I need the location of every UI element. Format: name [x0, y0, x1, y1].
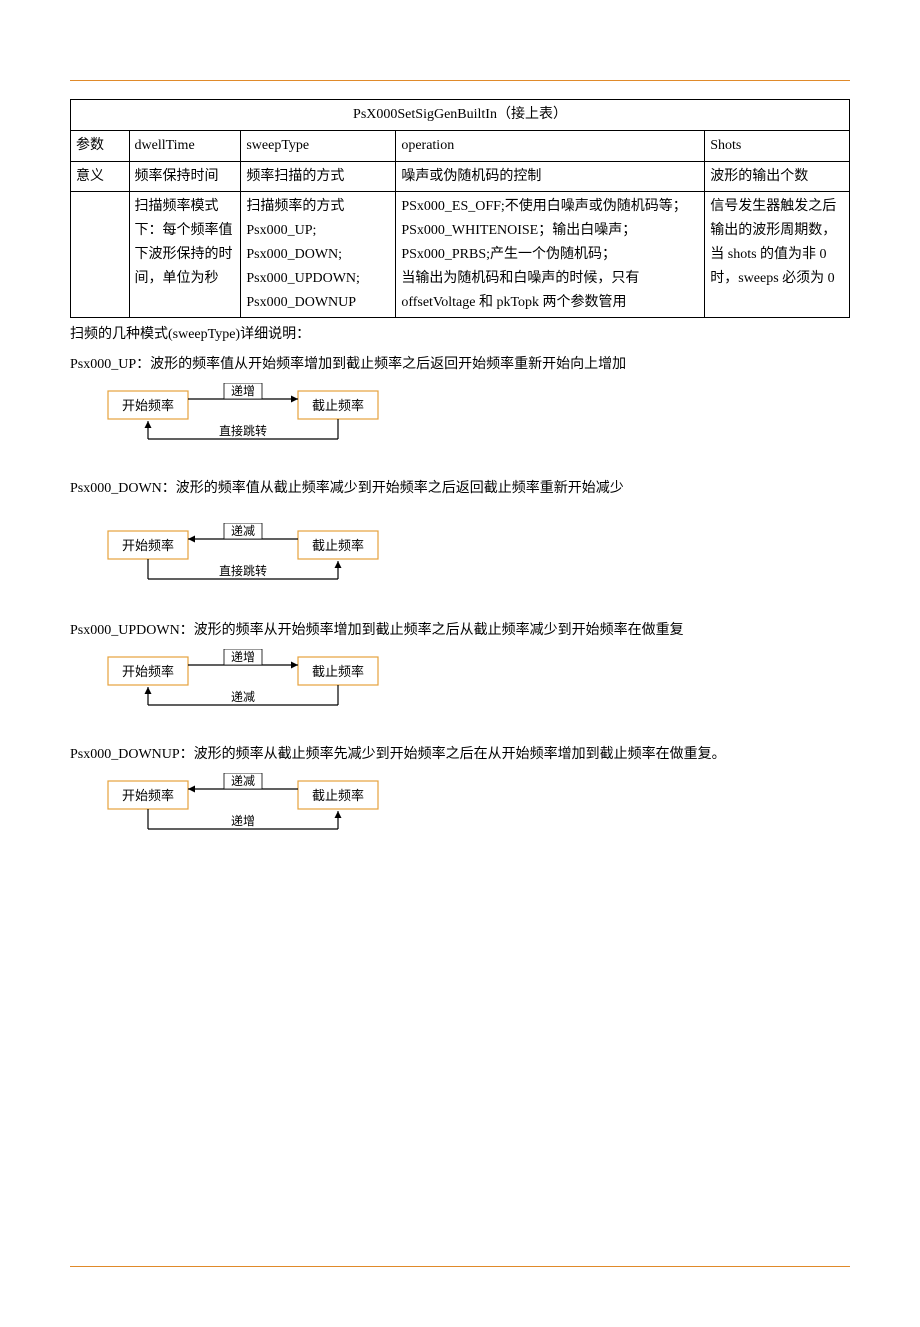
diagram-decrease-label: 递减 [231, 774, 255, 788]
mode-downup-line: Psx000_DOWNUP：波形的频率从截止频率先减少到开始频率之后在从开始频率… [70, 742, 850, 767]
mode-down-label: Psx000_DOWN： [70, 481, 176, 496]
table-cell: 扫描频率的方式 Psx000_UP; Psx000_DOWN; Psx000_U… [241, 192, 396, 318]
diagram-end-freq: 截止频率 [312, 538, 364, 553]
diagram-increase-label: 递增 [231, 814, 255, 828]
table-cell: 信号发生器触发之后输出的波形周期数，当 shots 的值为非 0 时，sweep… [705, 192, 850, 318]
table-cell-empty [71, 192, 130, 318]
bottom-whitespace [70, 866, 850, 1266]
table-cell: 频率保持时间 [129, 161, 241, 192]
table-header-cell: dwellTime [129, 130, 241, 161]
bottom-rule [70, 1266, 850, 1267]
table-meaning-label: 意义 [71, 161, 130, 192]
sweep-type-intro: 扫频的几种模式(sweepType)详细说明： [70, 322, 850, 347]
table-header-cell: 参数 [71, 130, 130, 161]
diagram-up-svg: 开始频率 截止频率 递增 直接跳转 [98, 383, 398, 457]
diagram-jump-label: 直接跳转 [219, 423, 267, 438]
diagram-downup-svg: 开始频率 截止频率 递减 递增 [98, 773, 398, 847]
diagram-start-freq: 开始频率 [122, 398, 174, 413]
diagram-down-svg: 开始频率 截止频率 递减 直接跳转 [98, 523, 398, 597]
table-cell: 噪声或伪随机码的控制 [396, 161, 705, 192]
mode-up-line: Psx000_UP：波形的频率值从开始频率增加到截止频率之后返回开始频率重新开始… [70, 352, 850, 377]
page: PsX000SetSigGenBuiltIn（接上表） 参数 dwellTime… [0, 0, 920, 1327]
table-title: PsX000SetSigGenBuiltIn（接上表） [71, 100, 850, 131]
diagram-end-freq: 截止频率 [312, 664, 364, 679]
mode-down-line: Psx000_DOWN：波形的频率值从截止频率减少到开始频率之后返回截止频率重新… [70, 476, 850, 501]
table-title-row: PsX000SetSigGenBuiltIn（接上表） [71, 100, 850, 131]
diagram-increase-label: 递增 [231, 384, 255, 398]
top-rule [70, 80, 850, 81]
mode-up-desc: 波形的频率值从开始频率增加到截止频率之后返回开始频率重新开始向上增加 [150, 357, 626, 372]
table-header-row: 参数 dwellTime sweepType operation Shots [71, 130, 850, 161]
table-meaning-row: 意义 频率保持时间 频率扫描的方式 噪声或伪随机码的控制 波形的输出个数 [71, 161, 850, 192]
mode-down-desc: 波形的频率值从截止频率减少到开始频率之后返回截止频率重新开始减少 [176, 481, 624, 496]
table-header-cell: operation [396, 130, 705, 161]
diagram-down: 开始频率 截止频率 递减 直接跳转 [98, 523, 850, 602]
diagram-start-freq: 开始频率 [122, 538, 174, 553]
diagram-decrease-label: 递减 [231, 690, 255, 704]
table-cell: 扫描频率模式下：每个频率值下波形保持的时间，单位为秒 [129, 192, 241, 318]
mode-updown-label: Psx000_UPDOWN： [70, 623, 194, 638]
diagram-end-freq: 截止频率 [312, 398, 364, 413]
mode-up-label: Psx000_UP： [70, 357, 150, 372]
diagram-increase-label: 递增 [231, 650, 255, 664]
table-header-cell: sweepType [241, 130, 396, 161]
mode-updown-line: Psx000_UPDOWN：波形的频率从开始频率增加到截止频率之后从截止频率减少… [70, 618, 850, 643]
diagram-end-freq: 截止频率 [312, 788, 364, 803]
diagram-downup: 开始频率 截止频率 递减 递增 [98, 773, 850, 852]
table-cell: 频率扫描的方式 [241, 161, 396, 192]
mode-updown-desc: 波形的频率从开始频率增加到截止频率之后从截止频率减少到开始频率在做重复 [194, 623, 684, 638]
table-header-cell: Shots [705, 130, 850, 161]
mode-downup-desc: 波形的频率从截止频率先减少到开始频率之后在从开始频率增加到截止频率在做重复。 [194, 747, 726, 762]
diagram-decrease-label: 递减 [231, 524, 255, 538]
diagram-updown: 开始频率 截止频率 递增 递减 [98, 649, 850, 728]
diagram-up: 开始频率 截止频率 递增 直接跳转 [98, 383, 850, 462]
table-detail-row: 扫描频率模式下：每个频率值下波形保持的时间，单位为秒 扫描频率的方式 Psx00… [71, 192, 850, 318]
mode-downup-label: Psx000_DOWNUP： [70, 747, 194, 762]
diagram-jump-label: 直接跳转 [219, 563, 267, 578]
diagram-start-freq: 开始频率 [122, 788, 174, 803]
table-cell: 波形的输出个数 [705, 161, 850, 192]
table-cell: PSx000_ES_OFF;不使用白噪声或伪随机码等； PSx000_WHITE… [396, 192, 705, 318]
diagram-start-freq: 开始频率 [122, 664, 174, 679]
param-table: PsX000SetSigGenBuiltIn（接上表） 参数 dwellTime… [70, 99, 850, 318]
diagram-updown-svg: 开始频率 截止频率 递增 递减 [98, 649, 398, 723]
